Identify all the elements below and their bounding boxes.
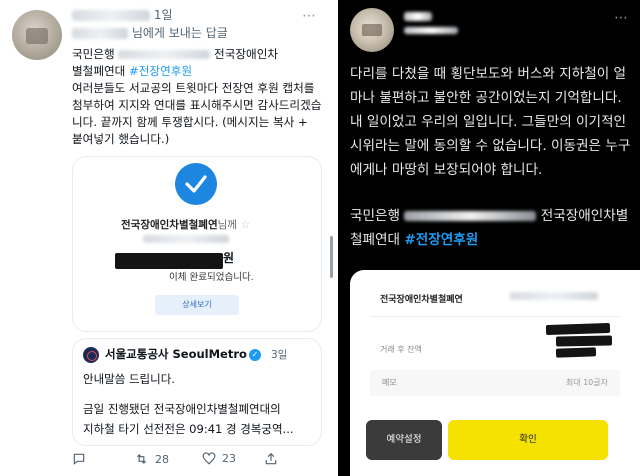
quoted-line-3: 지하철 타기 선전전은 09:41 경 경복궁역... (83, 422, 294, 436)
balance-label: 거래 후 잔액 (380, 345, 422, 354)
bank-line: 국민은행 전국장애인차별철폐연대 #전장연후원 (350, 208, 629, 248)
detail-button[interactable]: 상세보기 (155, 295, 239, 315)
quoted-line-1: 안내말씀 드립니다. (83, 372, 175, 386)
like-button[interactable]: 23 (202, 452, 236, 465)
author-name-redacted[interactable] (404, 12, 458, 34)
tweet-text: 다리를 다쳤을 때 횡단보도와 버스와 지하철이 얼마나 불편하고 불안한 공간… (350, 66, 631, 178)
quoted-tweet[interactable]: 서울교통공사 SeoulMetro ✓ 3일 안내말씀 드립니다. 금일 진행됐던… (72, 338, 322, 446)
reply-icon (73, 453, 85, 465)
left-tweet-panel: 1일 ⋯ 님에게 보내는 답글 국민은행 전국장애인차 별철폐연대 #전장연후원… (0, 0, 326, 476)
more-options-icon[interactable]: ⋯ (302, 8, 317, 24)
account-redacted (143, 235, 229, 243)
hashtag-link[interactable]: #전장연후원 (129, 64, 192, 78)
amount-redaction (115, 253, 223, 269)
quoted-line-2: 금일 진행됐던 전국장애인차별철폐연대의 (83, 402, 281, 416)
transfer-receipt-card[interactable]: 전국장애인차별철폐연님께 ☆ 원 이체 완료되었습니다. 상세보기 (72, 156, 322, 332)
hashtag-link[interactable]: #전장연후원 (404, 232, 478, 248)
author-avatar[interactable] (350, 8, 394, 52)
balance-redaction (555, 335, 613, 347)
amount-unit: 원 (223, 251, 235, 265)
recipient-line: 전국장애인차별철폐연님께 ☆ (121, 219, 251, 231)
scrollbar[interactable] (330, 236, 333, 278)
reply-handle-redacted[interactable] (72, 28, 128, 39)
verified-icon: ✓ (248, 348, 261, 361)
tweet-timestamp[interactable]: 1일 (154, 8, 173, 22)
share-icon (265, 452, 277, 465)
memo-field[interactable]: 메모 최대 10글자 (370, 370, 620, 396)
quoted-author: 서울교통공사 SeoulMetro ✓ (105, 346, 261, 362)
more-options-icon[interactable]: ⋯ (614, 10, 629, 26)
quoted-time: 3일 (271, 349, 288, 361)
right-tweet-panel: ⋯ 다리를 다쳤을 때 횡단보도와 버스와 지하철이 얼마나 불편하고 불안한 … (338, 0, 640, 476)
heart-icon (202, 452, 216, 465)
account-number-redacted (404, 211, 537, 221)
divider (370, 316, 620, 317)
retweet-count: 28 (155, 452, 169, 466)
like-count: 23 (222, 452, 236, 465)
confirm-button[interactable]: 확인 (448, 420, 608, 460)
balance-redaction (555, 347, 597, 358)
account-number-redacted (118, 50, 211, 59)
tweet-text: 국민은행 전국장애인차 별철폐연대 #전장연후원 여러분들도 서교공의 트윗마다… (72, 47, 322, 146)
share-button[interactable] (264, 452, 278, 466)
author-name-redacted (72, 10, 150, 21)
recipient-name: 전국장애인차별철폐연 (380, 295, 463, 305)
schedule-button[interactable]: 예약설정 (366, 420, 442, 460)
seoulmetro-avatar (83, 347, 99, 363)
retweet-button[interactable]: 28 (134, 452, 169, 466)
transfer-confirm-screen: 전국장애인차별철폐연 거래 후 잔액 메모 최대 10글자 예약설정 확인 (350, 270, 640, 476)
reply-context: 님에게 보내는 답글 (72, 24, 228, 41)
star-icon: ☆ (240, 219, 251, 231)
reply-button[interactable] (72, 452, 86, 466)
author-avatar[interactable] (12, 10, 62, 60)
account-redacted (510, 292, 598, 300)
tweet-header: 1일 (72, 6, 173, 23)
balance-redaction (545, 322, 611, 336)
transfer-status: 이체 완료되었습니다. (169, 272, 254, 283)
retweet-icon (137, 454, 146, 464)
tweet-body-rest: 여러분들도 서교공의 트윗마다 전장연 후원 캡처를 첨부하여 지지와 연대를 … (72, 81, 322, 146)
tweet-actions: 28 23 (62, 452, 322, 472)
check-circle-icon (175, 163, 217, 205)
